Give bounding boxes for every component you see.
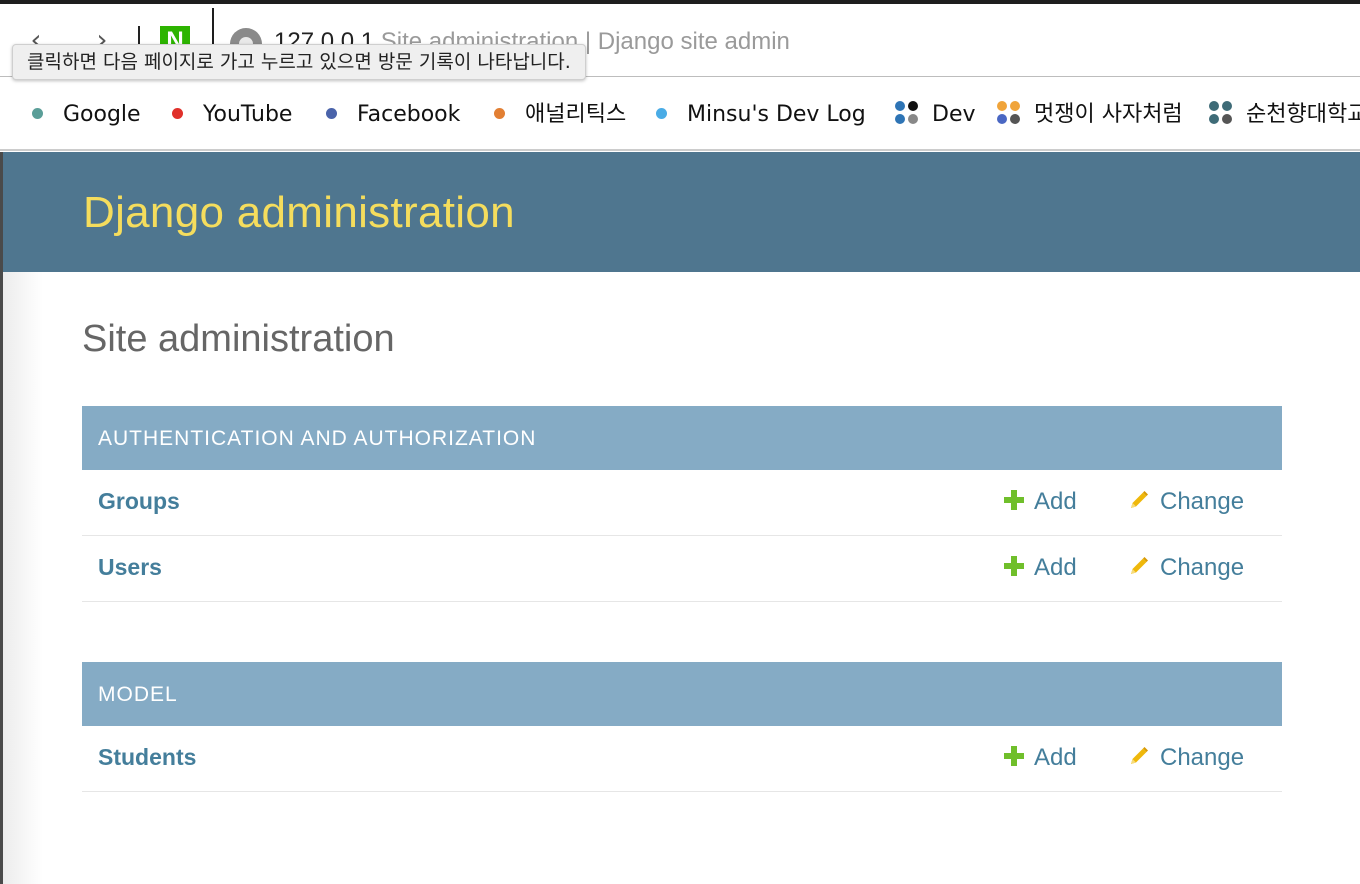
app-module-model: MODEL Students Add Change (82, 662, 1282, 792)
analytics-dot-icon (494, 107, 505, 119)
page-title: Site administration (82, 318, 395, 360)
youtube-dot-icon (172, 107, 183, 119)
bookmark-folder-likelion[interactable]: 멋쟁이 사자처럼 (996, 100, 1183, 130)
bookmark-youtube[interactable]: YouTube (172, 100, 292, 130)
model-link-users[interactable]: Users (98, 554, 162, 581)
pencil-icon (1131, 747, 1148, 764)
folder-apps-icon (1208, 100, 1234, 126)
add-users-link[interactable]: Add (1004, 554, 1077, 582)
model-row: Students Add Change (82, 726, 1282, 792)
bookmark-google[interactable]: Google (32, 100, 141, 130)
change-groups-link[interactable]: Change (1128, 488, 1244, 516)
module-caption[interactable]: AUTHENTICATION AND AUTHORIZATION (82, 406, 1282, 470)
admin-header: Django administration (3, 152, 1360, 272)
change-users-link[interactable]: Change (1128, 554, 1244, 582)
add-groups-link[interactable]: Add (1004, 488, 1077, 516)
plus-icon (1004, 746, 1024, 766)
module-caption[interactable]: MODEL (82, 662, 1282, 726)
model-link-students[interactable]: Students (98, 744, 196, 771)
bookmark-folder-dev[interactable]: Dev (894, 100, 976, 130)
blog-dot-icon (656, 107, 667, 119)
bookmark-minsu-dev-log[interactable]: Minsu's Dev Log (656, 100, 866, 130)
google-dot-icon (32, 107, 43, 119)
bookmark-analytics[interactable]: 애널리틱스 (494, 100, 626, 130)
change-students-link[interactable]: Change (1128, 744, 1244, 772)
bookmark-folder-sch[interactable]: 순천향대학교 (1208, 100, 1360, 130)
forward-tooltip: 클릭하면 다음 페이지로 가고 누르고 있으면 방문 기록이 나타납니다. (12, 44, 586, 80)
pencil-icon (1131, 557, 1148, 574)
bookmarks-bar: Google YouTube Facebook 애널리틱스 Minsu's De… (0, 78, 1360, 151)
add-students-link[interactable]: Add (1004, 744, 1077, 772)
model-row: Users Add Change (82, 536, 1282, 602)
plus-icon (1004, 556, 1024, 576)
model-row: Groups Add Change (82, 470, 1282, 536)
facebook-dot-icon (326, 107, 337, 119)
plus-icon (1004, 490, 1024, 510)
pencil-icon (1131, 491, 1148, 508)
sidebar-shadow (3, 272, 43, 884)
site-branding[interactable]: Django administration (83, 188, 515, 238)
app-module-auth: AUTHENTICATION AND AUTHORIZATION Groups … (82, 406, 1282, 602)
model-link-groups[interactable]: Groups (98, 488, 180, 515)
folder-apps-icon (996, 100, 1022, 126)
bookmark-facebook[interactable]: Facebook (326, 100, 460, 130)
folder-apps-icon (894, 100, 920, 126)
